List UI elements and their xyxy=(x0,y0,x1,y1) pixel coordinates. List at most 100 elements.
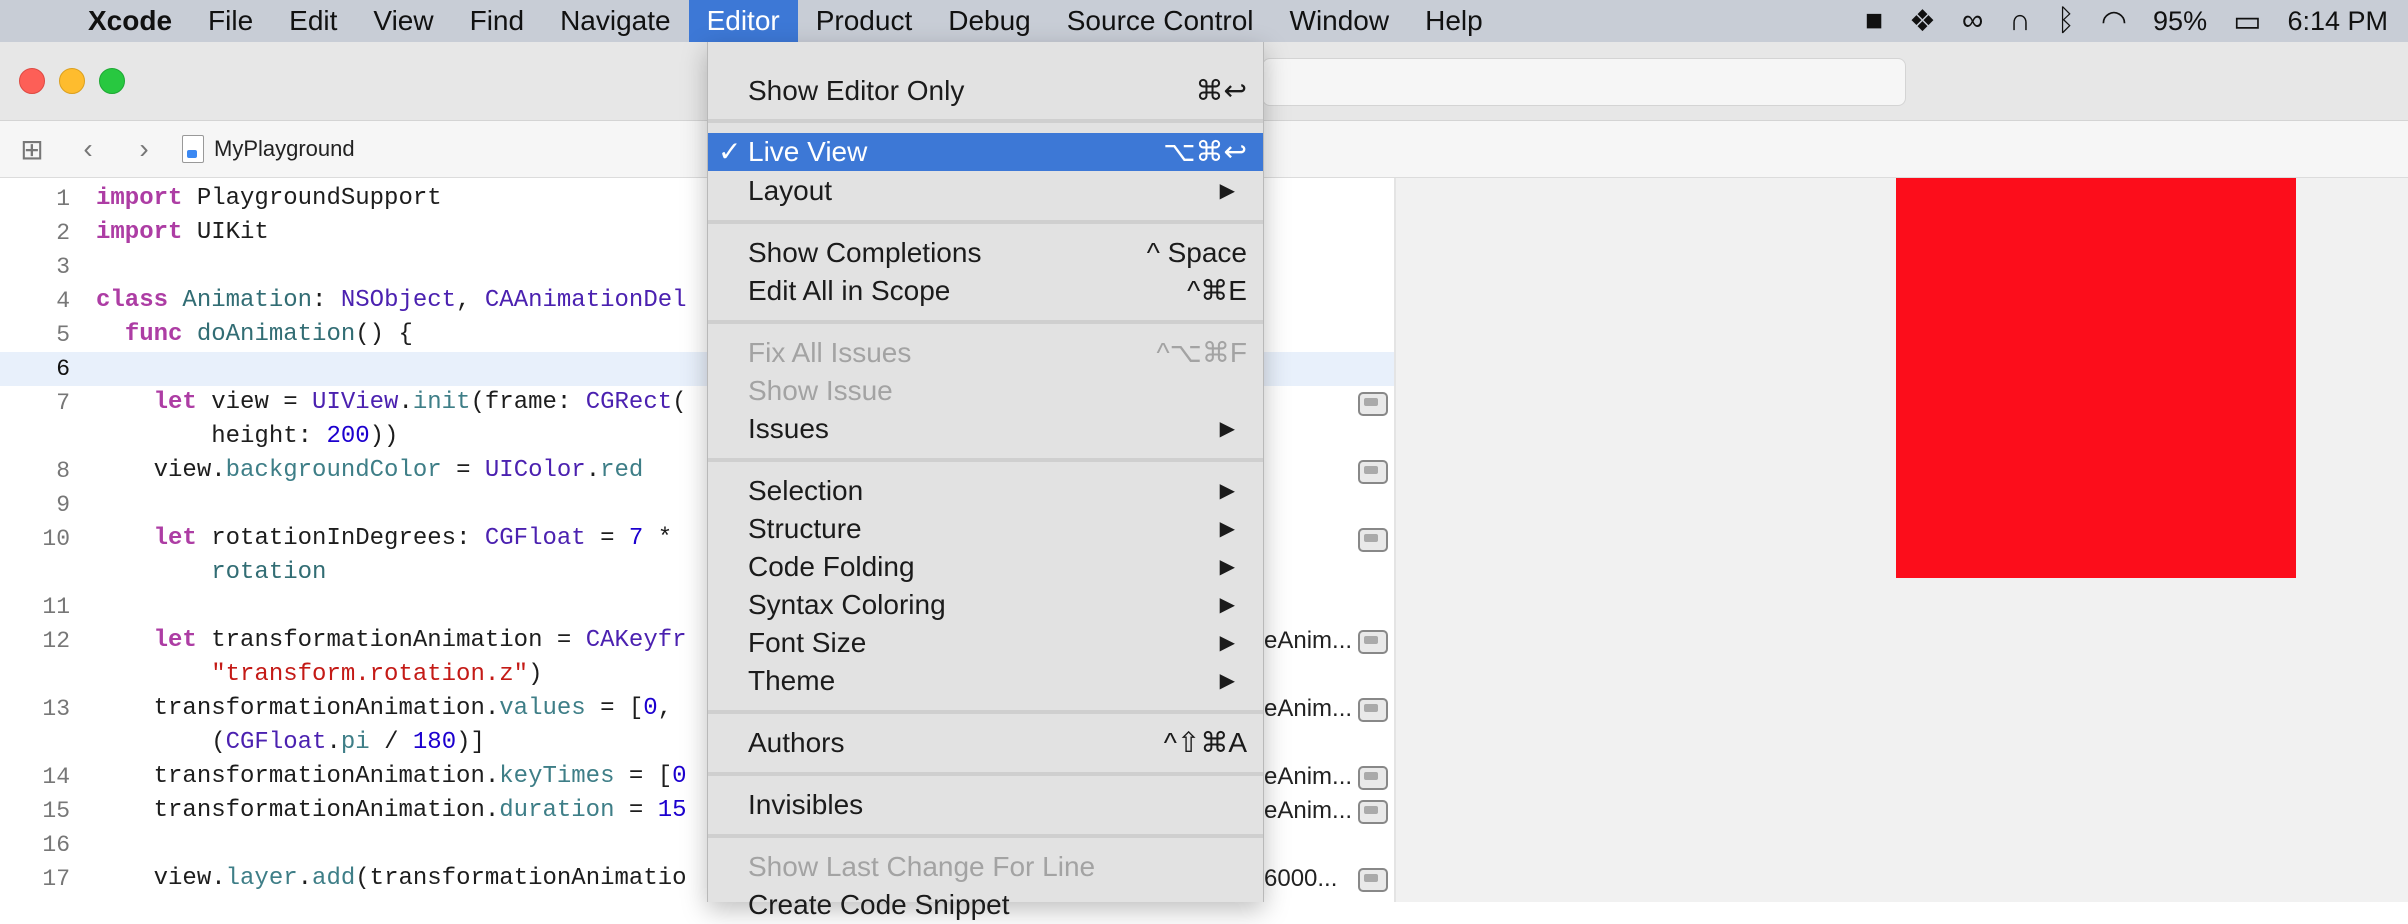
menu-separator xyxy=(708,834,1263,838)
code-text: transformationAnimation.duration = 15 xyxy=(96,797,687,824)
code-text: view.layer.add(transformationAnimatio xyxy=(96,865,687,892)
menu-item-invisibles[interactable]: Invisibles xyxy=(708,786,1263,824)
menu-window[interactable]: Window xyxy=(1272,0,1408,42)
back-icon[interactable]: ‹ xyxy=(56,133,112,165)
quick-look-icon[interactable] xyxy=(1358,392,1388,416)
menu-item-layout[interactable]: Layout ▶ xyxy=(708,172,1263,210)
menu-item-authors[interactable]: Authors ^⇧⌘A xyxy=(708,724,1263,762)
code-text: let rotationInDegrees: CGFloat = 7 * xyxy=(153,525,673,552)
menu-item-font-size[interactable]: Font Size ▶ xyxy=(708,624,1263,662)
menu-app[interactable]: Xcode xyxy=(70,0,190,42)
menu-file[interactable]: File xyxy=(190,0,271,42)
minimize-button[interactable] xyxy=(59,68,85,94)
code-text: "transform.rotation.z") xyxy=(211,661,543,688)
code-text: height: 200)) xyxy=(96,423,399,450)
quick-look-icon[interactable] xyxy=(1358,698,1388,722)
code-text: view.backgroundColor = UIColor.red xyxy=(96,457,644,484)
code-text: let view = UIView.init(frame: CGRect( xyxy=(153,389,687,416)
line-number: 3 xyxy=(56,254,70,280)
battery-percent: 95% xyxy=(2153,5,2208,36)
status-area: ■ ❖ ∞ ∩ ᛒ ◠ 95% ▭ 6:14 PM xyxy=(1865,0,2408,42)
zoom-button[interactable] xyxy=(99,68,125,94)
menu-separator xyxy=(708,220,1263,224)
submenu-arrow-icon: ▶ xyxy=(1219,670,1235,692)
line-number: 13 xyxy=(42,696,70,722)
code-text: import UIKit xyxy=(96,219,269,246)
menu-separator xyxy=(708,320,1263,324)
menu-navigate[interactable]: Navigate xyxy=(542,0,689,42)
line-number: 17 xyxy=(42,866,70,892)
breadcrumb[interactable]: MyPlayground xyxy=(182,135,355,163)
menu-separator xyxy=(708,772,1263,776)
quick-look-icon[interactable] xyxy=(1358,766,1388,790)
line-number: 11 xyxy=(42,594,70,620)
menu-find[interactable]: Find xyxy=(452,0,542,42)
code-text: import PlaygroundSupport xyxy=(96,185,442,212)
menu-item-edit-all-in-scope[interactable]: Edit All in Scope ^⌘E xyxy=(708,272,1263,310)
menu-item-show-editor-only[interactable]: Show Editor Only ⌘↩ xyxy=(708,72,1263,110)
menu-editor[interactable]: Editor xyxy=(688,0,798,42)
breadcrumb-file: MyPlayground xyxy=(214,136,355,161)
code-text: let transformationAnimation = CAKeyfr xyxy=(153,627,687,654)
quick-look-icon[interactable] xyxy=(1358,868,1388,892)
menu-view[interactable]: View xyxy=(355,0,451,42)
line-number: 2 xyxy=(56,220,70,246)
code-text: class Animation: NSObject, CAAnimationDe… xyxy=(96,287,687,314)
menu-source-control[interactable]: Source Control xyxy=(1049,0,1272,42)
clock[interactable]: 6:14 PM xyxy=(2287,6,2388,37)
menu-edit[interactable]: Edit xyxy=(271,0,355,42)
submenu-arrow-icon: ▶ xyxy=(1219,518,1235,540)
code-text: func doAnimation() { xyxy=(124,321,413,348)
menu-item-show-completions[interactable]: Show Completions ^ Space xyxy=(708,234,1263,272)
menu-item-create-code-snippet[interactable]: Create Code Snippet xyxy=(708,886,1263,924)
menu-item-structure[interactable]: Structure ▶ xyxy=(708,510,1263,548)
related-items-icon[interactable]: ⊞ xyxy=(0,133,56,166)
result-text: 6000... xyxy=(1264,865,1338,892)
submenu-arrow-icon: ▶ xyxy=(1219,594,1235,616)
menu-separator xyxy=(708,458,1263,462)
battery-icon[interactable]: ▭ xyxy=(2233,4,2261,39)
quick-look-icon[interactable] xyxy=(1358,528,1388,552)
menu-item-theme[interactable]: Theme ▶ xyxy=(708,662,1263,700)
menu-bar: Xcode File Edit View Find Navigate Edito… xyxy=(0,0,2408,42)
line-number: 4 xyxy=(56,288,70,314)
menu-item-issues[interactable]: Issues ▶ xyxy=(708,410,1263,448)
code-text: transformationAnimation.values = [0, xyxy=(96,695,673,722)
menu-item-selection[interactable]: Selection ▶ xyxy=(708,472,1263,510)
forward-icon[interactable]: › xyxy=(112,133,168,165)
line-number: 1 xyxy=(56,186,70,212)
menu-item-fix-all-issues: Fix All Issues ^⌥⌘F xyxy=(748,337,1247,368)
result-text: eAnim... xyxy=(1264,763,1353,790)
submenu-arrow-icon: ▶ xyxy=(1219,418,1235,440)
quick-look-icon[interactable] xyxy=(1358,630,1388,654)
menu-product[interactable]: Product xyxy=(798,0,931,42)
submenu-arrow-icon: ▶ xyxy=(1219,180,1235,202)
line-number: 15 xyxy=(42,798,70,824)
close-button[interactable] xyxy=(19,68,45,94)
live-view[interactable] xyxy=(1396,178,2408,902)
line-number: 6 xyxy=(56,356,70,382)
line-number: 9 xyxy=(56,492,70,518)
line-number: 12 xyxy=(42,628,70,654)
menu-item-live-view[interactable]: ✓ Live View ⌥⌘↩ xyxy=(708,133,1263,171)
quick-look-icon[interactable] xyxy=(1358,800,1388,824)
submenu-arrow-icon: ▶ xyxy=(1219,480,1235,502)
menu-item-show-issue: Show Issue xyxy=(748,375,893,406)
menu-item-code-folding[interactable]: Code Folding ▶ xyxy=(708,548,1263,586)
code-text: transformationAnimation.keyTimes = [0 xyxy=(96,763,687,790)
line-number: 16 xyxy=(42,832,70,858)
camera-icon[interactable]: ■ xyxy=(1865,4,1883,38)
wifi-icon[interactable]: ◠ xyxy=(2101,4,2127,39)
dropbox-icon[interactable]: ❖ xyxy=(1909,4,1936,39)
line-number: 10 xyxy=(42,526,70,552)
bluetooth-icon[interactable]: ᛒ xyxy=(2057,4,2075,38)
menu-debug[interactable]: Debug xyxy=(930,0,1049,42)
menu-item-syntax-coloring[interactable]: Syntax Coloring ▶ xyxy=(708,586,1263,624)
line-number: 5 xyxy=(56,322,70,348)
quick-look-icon[interactable] xyxy=(1358,460,1388,484)
creative-cloud-icon[interactable]: ∞ xyxy=(1962,4,1983,38)
arch-icon[interactable]: ∩ xyxy=(2009,4,2031,38)
live-view-red-square xyxy=(1896,178,2296,578)
menu-help[interactable]: Help xyxy=(1407,0,1501,42)
submenu-arrow-icon: ▶ xyxy=(1219,556,1235,578)
